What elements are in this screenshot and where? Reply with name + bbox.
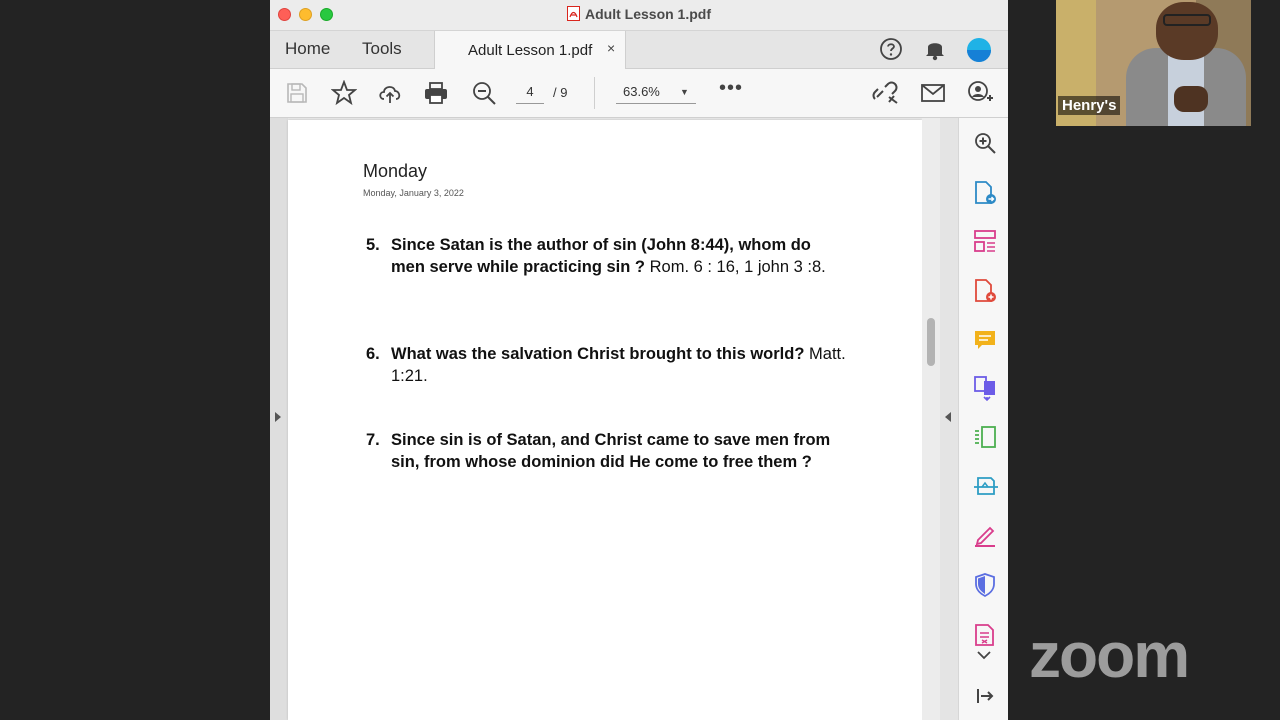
create-pdf-icon[interactable] (973, 278, 997, 309)
zoom-level-select[interactable]: 63.6% ▼ (616, 81, 696, 104)
pdf-page: Monday Monday, January 3, 2022 5. Since … (288, 120, 922, 720)
participant-figure (1174, 86, 1208, 112)
tab-document[interactable]: Adult Lesson 1.pdf × (434, 31, 626, 69)
vertical-scrollbar[interactable] (922, 118, 940, 720)
print-icon[interactable] (423, 80, 449, 111)
acrobat-window: Adult Lesson 1.pdf Home Tools Adult Less… (270, 0, 1008, 720)
combine-files-icon[interactable] (973, 375, 999, 406)
left-panel-toggle[interactable] (270, 118, 288, 720)
organize-pages-icon[interactable] (973, 229, 997, 258)
right-panel-toggle[interactable] (940, 118, 958, 720)
save-icon[interactable] (286, 82, 308, 109)
collapse-panel-icon[interactable] (975, 686, 995, 711)
edit-pdf-icon[interactable] (973, 425, 997, 454)
tab-home[interactable]: Home (285, 39, 330, 59)
zoom-in-icon[interactable] (973, 131, 997, 160)
document-area: Monday Monday, January 3, 2022 5. Since … (270, 118, 958, 720)
participant-video[interactable]: Henry's (1056, 0, 1251, 126)
zoom-level-value: 63.6% (623, 84, 660, 99)
export-pdf-icon[interactable] (973, 180, 997, 211)
add-user-icon[interactable] (966, 80, 994, 111)
tab-document-label: Adult Lesson 1.pdf (468, 42, 593, 59)
fill-sign-icon[interactable] (973, 523, 997, 552)
avatar[interactable] (966, 37, 992, 68)
collapse-right-icon (945, 412, 951, 422)
comment-icon[interactable] (973, 328, 997, 357)
tab-tools[interactable]: Tools (362, 39, 402, 59)
zoom-logo: zoom (1029, 619, 1190, 691)
question-6: 6. What was the salvation Christ brought… (366, 343, 846, 387)
star-icon[interactable] (330, 79, 358, 111)
chevron-down-icon[interactable] (976, 648, 992, 666)
question-7: 7. Since sin is of Satan, and Christ cam… (366, 429, 846, 473)
question-text: Since sin is of Satan, and Christ came t… (391, 431, 831, 471)
bell-icon[interactable] (924, 37, 946, 66)
zoom-out-icon[interactable] (471, 80, 497, 111)
page-total: / 9 (553, 85, 568, 100)
question-reference: Rom. 6 : 16, 1 john 3 :8. (649, 258, 826, 276)
question-number: 5. (366, 236, 380, 254)
mail-icon[interactable] (920, 82, 946, 109)
toolbar-divider (594, 77, 595, 109)
title-bar: Adult Lesson 1.pdf (270, 0, 1008, 31)
page-date: Monday, January 3, 2022 (363, 188, 464, 198)
chevron-down-icon: ▼ (680, 87, 689, 97)
participant-figure (1163, 14, 1211, 26)
protect-icon[interactable] (973, 572, 997, 603)
link-icon[interactable] (872, 81, 898, 110)
scan-icon[interactable] (973, 474, 999, 503)
expand-left-icon (275, 412, 281, 422)
help-icon[interactable] (879, 37, 903, 66)
pdf-file-icon (567, 6, 580, 24)
question-text: What was the salvation Christ brought to… (391, 345, 805, 363)
question-number: 6. (366, 345, 380, 363)
page-heading: Monday (363, 161, 428, 181)
question-5: 5. Since Satan is the author of sin (Joh… (366, 234, 846, 278)
page-number-input[interactable]: 4 (516, 81, 544, 104)
window-title-text: Adult Lesson 1.pdf (585, 6, 711, 22)
question-number: 7. (366, 431, 380, 449)
tab-bar: Home Tools Adult Lesson 1.pdf × (270, 31, 1008, 69)
tools-pane (958, 118, 1008, 720)
participant-name: Henry's (1058, 96, 1121, 115)
participant-figure (1156, 2, 1218, 60)
upload-icon[interactable] (377, 80, 403, 111)
window-title: Adult Lesson 1.pdf (270, 6, 1008, 24)
tab-close-button[interactable]: × (607, 40, 615, 56)
scrollbar-thumb[interactable] (927, 318, 935, 366)
toolbar: 4 / 9 63.6% ▼ ••• (270, 69, 1008, 118)
more-tools-button[interactable]: ••• (719, 77, 743, 100)
